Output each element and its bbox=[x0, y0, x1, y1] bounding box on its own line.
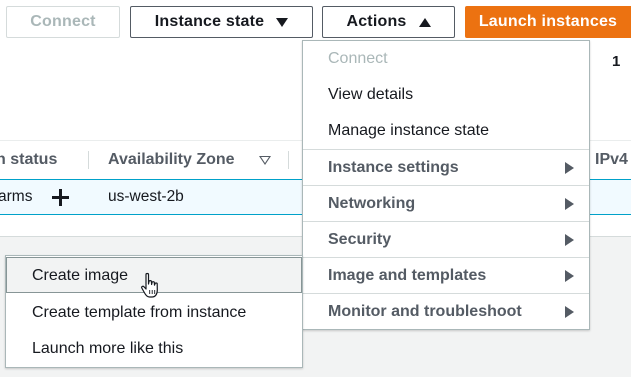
menu-item-label: Monitor and troubleshoot bbox=[328, 303, 522, 320]
menu-item-networking[interactable]: Networking bbox=[303, 185, 589, 221]
actions-label: Actions bbox=[346, 13, 407, 30]
caret-up-icon bbox=[418, 17, 431, 27]
actions-button[interactable]: Actions bbox=[322, 6, 455, 38]
menu-item-label: Networking bbox=[328, 195, 416, 212]
submenu-item-label: Create image bbox=[32, 267, 129, 284]
availability-zone-cell: us-west-2b bbox=[108, 188, 184, 205]
submenu-item-launch-more[interactable]: Launch more like this bbox=[6, 330, 302, 366]
menu-item-label: Instance settings bbox=[328, 159, 459, 176]
instance-state-label: Instance state bbox=[154, 13, 265, 30]
column-divider[interactable] bbox=[88, 151, 89, 169]
menu-item-label: Security bbox=[328, 231, 392, 248]
menu-item-connect[interactable]: Connect bbox=[303, 41, 589, 77]
column-header-availability-zone[interactable]: Availability Zone bbox=[108, 151, 235, 169]
chevron-right-icon bbox=[565, 162, 574, 174]
page-number[interactable]: 1 bbox=[612, 53, 620, 70]
menu-item-view-details[interactable]: View details bbox=[303, 77, 589, 113]
menu-item-label: Image and templates bbox=[328, 267, 487, 284]
connect-button-label: Connect bbox=[30, 13, 96, 30]
submenu-item-label: Launch more like this bbox=[32, 340, 184, 357]
menu-item-security[interactable]: Security bbox=[303, 221, 589, 257]
caret-down-icon bbox=[276, 17, 289, 27]
launch-instances-button[interactable]: Launch instances bbox=[465, 6, 631, 38]
chevron-right-icon bbox=[565, 306, 574, 318]
menu-item-label: Manage instance state bbox=[328, 122, 489, 139]
column-header-status[interactable]: n status bbox=[0, 151, 57, 169]
hand-cursor-icon bbox=[141, 272, 158, 298]
menu-item-label: Connect bbox=[328, 50, 388, 67]
sort-descending-icon[interactable] bbox=[259, 156, 271, 165]
alarms-cell: arms bbox=[0, 188, 33, 205]
instance-state-button[interactable]: Instance state bbox=[130, 6, 313, 38]
menu-item-monitor-and-troubleshoot[interactable]: Monitor and troubleshoot bbox=[303, 293, 589, 329]
submenu-item-label: Create template from instance bbox=[32, 304, 247, 321]
chevron-right-icon bbox=[565, 198, 574, 210]
add-alarm-icon[interactable] bbox=[52, 189, 69, 206]
menu-item-label: View details bbox=[328, 86, 414, 103]
menu-item-manage-instance-state[interactable]: Manage instance state bbox=[303, 113, 589, 149]
column-header-ipv4[interactable]: IPv4 bbox=[595, 151, 628, 169]
column-divider[interactable] bbox=[288, 151, 289, 169]
launch-instances-label: Launch instances bbox=[478, 13, 618, 30]
chevron-right-icon bbox=[565, 234, 574, 246]
menu-item-instance-settings[interactable]: Instance settings bbox=[303, 149, 589, 185]
connect-button[interactable]: Connect bbox=[6, 6, 120, 38]
chevron-right-icon bbox=[565, 270, 574, 282]
menu-item-image-and-templates[interactable]: Image and templates bbox=[303, 257, 589, 293]
actions-menu: Connect View details Manage instance sta… bbox=[302, 40, 590, 330]
